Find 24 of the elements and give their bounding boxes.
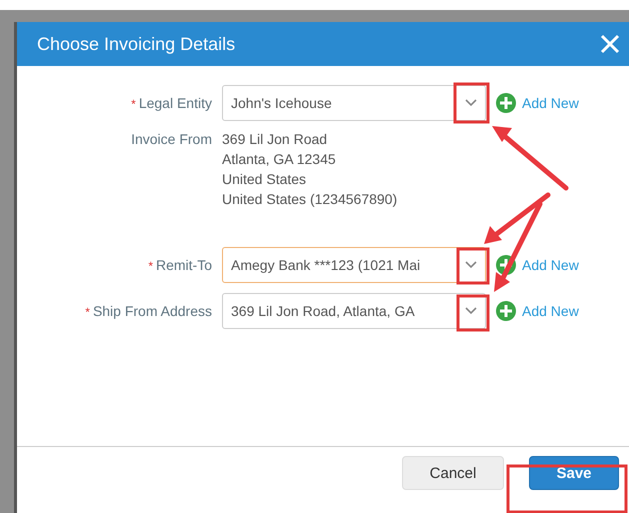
dropdown-field[interactable]: 369 Lil Jon Road, Atlanta, GA <box>222 293 486 329</box>
chevron-icon[interactable] <box>465 307 477 315</box>
plus-icon[interactable] <box>496 255 516 275</box>
highlight-frame <box>456 294 490 332</box>
address-line: Atlanta, GA 12345 <box>222 150 337 169</box>
field-label: * Remit-To <box>148 257 212 273</box>
field-label: * Ship From Address <box>85 303 212 319</box>
field-label: Invoice From <box>131 131 212 147</box>
highlight-frame <box>456 248 490 284</box>
field-label: * Legal Entity <box>131 95 212 111</box>
address-line: 369 Lil Jon Road <box>222 130 328 149</box>
close-icon[interactable] <box>600 34 620 54</box>
address-line: United States <box>222 170 308 189</box>
dropdown-field[interactable]: Amegy Bank ***123 (1021 Mai <box>222 247 486 283</box>
chevron-icon[interactable] <box>465 261 477 269</box>
address-line: United States (1234567890) <box>222 190 398 209</box>
dropdown-field[interactable]: John's Icehouse <box>222 85 486 121</box>
cancel-button[interactable]: Cancel <box>402 456 504 490</box>
plus-icon[interactable] <box>496 93 516 113</box>
plus-icon[interactable] <box>496 301 516 321</box>
chevron-icon[interactable] <box>465 99 477 107</box>
dialog-title: Choose Invoicing Details <box>37 34 236 54</box>
save-button[interactable]: Save <box>529 456 619 490</box>
highlight-frame <box>454 82 490 124</box>
